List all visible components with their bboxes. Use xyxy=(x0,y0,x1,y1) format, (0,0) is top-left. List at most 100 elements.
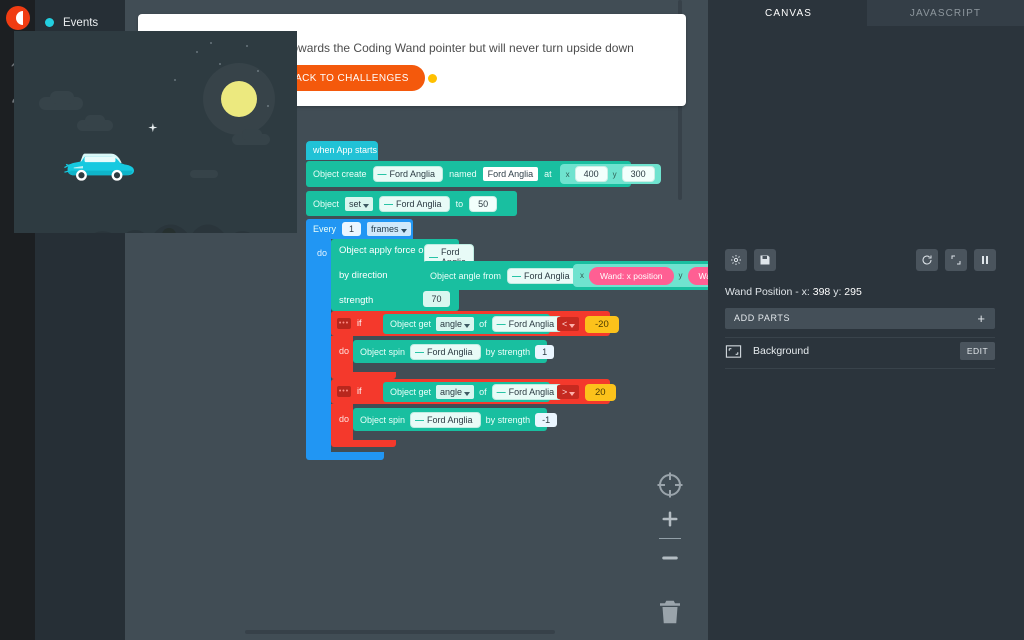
car-sprite xyxy=(61,149,139,183)
block-object-spin-1[interactable]: Object spin — Ford Anglia by strength 1 xyxy=(353,340,555,363)
pause-icon[interactable] xyxy=(974,249,996,271)
wand-y-position-token[interactable]: Wand: y position xyxy=(687,266,710,285)
spin1-by-label: by strength xyxy=(485,346,531,357)
spin1-label: Object spin xyxy=(360,346,406,357)
block-if-angle-greater-than[interactable]: ••• if Object get angle of — Ford Anglia… xyxy=(331,379,616,404)
set-to-label: to xyxy=(455,198,464,209)
get2-of-label: of xyxy=(479,387,487,397)
set-label: Object xyxy=(313,198,340,209)
add-parts-label: ADD PARTS xyxy=(734,313,791,323)
star xyxy=(267,105,269,107)
cloud xyxy=(50,91,74,104)
tab-javascript[interactable]: JAVASCRIPT xyxy=(867,0,1024,26)
block-object-create[interactable]: Object create — Ford Anglia named Ford A… xyxy=(306,161,661,187)
block-object-spin-2[interactable]: Object spin — Ford Anglia by strength -1 xyxy=(353,408,558,431)
app-root: Events Control Logic Math Variables Wand… xyxy=(0,0,1024,640)
canvas-stage[interactable] xyxy=(14,31,297,233)
trash-icon[interactable] xyxy=(655,597,685,627)
create-y-value[interactable]: 300 xyxy=(621,166,655,182)
create-object-token[interactable]: — Ford Anglia xyxy=(372,166,444,182)
zoom-out-icon[interactable] xyxy=(655,549,685,567)
create-named-label: named xyxy=(449,169,477,179)
star xyxy=(219,63,221,65)
hills-silhouette xyxy=(14,177,297,233)
set-property-dropdown[interactable]: set xyxy=(345,196,374,211)
every-do-label: do xyxy=(317,248,328,258)
block-object-set[interactable]: Object set — Ford Anglia to 50 xyxy=(306,191,517,216)
block-if2-foot xyxy=(331,440,396,447)
force-strength-value[interactable]: 70 xyxy=(423,291,450,307)
force-line1-label: Object apply force on xyxy=(339,245,429,256)
add-parts-plus-icon: + xyxy=(977,311,985,326)
every-count-value[interactable]: 1 xyxy=(342,222,362,236)
anglefrom-x-label: x xyxy=(580,271,584,280)
anglefrom-object-token[interactable]: — Ford Anglia xyxy=(507,267,578,284)
create-at-label: at xyxy=(544,169,552,179)
canvas-controls xyxy=(725,249,1009,271)
spin1-strength-value[interactable]: 1 xyxy=(535,344,555,359)
star xyxy=(196,51,198,53)
object-dash-icon: — xyxy=(512,270,522,281)
wand-x-position-token[interactable]: Wand: x position xyxy=(589,266,674,285)
app-logo-icon[interactable] xyxy=(6,6,30,30)
get1-property-dropdown[interactable]: angle xyxy=(436,317,475,331)
zoom-in-icon[interactable] xyxy=(655,510,685,528)
star xyxy=(174,79,176,81)
object-dash-icon: — xyxy=(496,319,506,329)
star xyxy=(257,70,259,72)
set-value[interactable]: 50 xyxy=(469,195,498,212)
get1-object-name: Ford Anglia xyxy=(508,319,555,329)
workspace-tools xyxy=(650,470,690,637)
restart-icon[interactable] xyxy=(916,249,938,271)
block-if-angle-less-than[interactable]: ••• if Object get angle of — Ford Anglia… xyxy=(331,311,619,336)
fullscreen-icon[interactable] xyxy=(945,249,967,271)
get1-object-token[interactable]: — Ford Anglia xyxy=(491,316,563,332)
if-options-icon[interactable]: ••• xyxy=(337,318,351,329)
if2-label: if xyxy=(357,386,362,396)
if1-label: if xyxy=(357,318,362,328)
if2-operator-dropdown[interactable]: > xyxy=(557,385,580,399)
category-color-dot xyxy=(45,18,54,27)
get2-object-token[interactable]: — Ford Anglia xyxy=(491,384,563,400)
force-line2-label: by direction xyxy=(339,270,388,281)
panel-tabs: CANVAS JAVASCRIPT xyxy=(710,0,1024,26)
set-object-token[interactable]: — Ford Anglia xyxy=(379,195,450,212)
workspace-horizontal-scrollbar[interactable] xyxy=(245,630,555,634)
block-every-frames[interactable]: Every 1 frames xyxy=(306,219,413,239)
cloud xyxy=(85,115,105,126)
if-options-icon[interactable]: ••• xyxy=(337,386,351,397)
create-x-value[interactable]: 400 xyxy=(574,166,608,182)
if1-operator-dropdown[interactable]: < xyxy=(557,317,580,331)
part-row-background[interactable]: Background EDIT xyxy=(725,342,995,362)
block-object-angle-from[interactable]: Object angle from — Ford Anglia to x Wan… xyxy=(423,261,710,290)
if2-do-label: do xyxy=(339,414,350,424)
settings-gear-icon[interactable] xyxy=(725,249,747,271)
block-when-app-starts[interactable]: when App starts xyxy=(306,141,378,160)
back-button-dot-icon xyxy=(427,74,437,83)
tab-canvas[interactable]: CANVAS xyxy=(710,0,867,26)
if1-compare-value[interactable]: -20 xyxy=(585,316,619,333)
spin2-label: Object spin xyxy=(360,414,406,425)
block-get-angle-2[interactable]: Object get angle of — Ford Anglia xyxy=(383,382,563,402)
every-unit-dropdown[interactable]: frames xyxy=(367,222,411,236)
if2-compare-value[interactable]: 20 xyxy=(585,384,616,401)
wand-position-y-value: 295 xyxy=(844,286,862,298)
add-parts-button[interactable]: ADD PARTS + xyxy=(725,308,995,329)
spin2-strength-value[interactable]: -1 xyxy=(535,412,558,427)
wand-position-y-label: y: xyxy=(833,286,842,298)
if1-do-label: do xyxy=(339,346,350,356)
get2-property-dropdown[interactable]: angle xyxy=(436,385,475,399)
block-get-angle-1[interactable]: Object get angle of — Ford Anglia xyxy=(383,314,563,334)
wand-position-x-label: x: xyxy=(801,286,810,298)
object-dash-icon: — xyxy=(415,414,425,425)
edit-background-button[interactable]: EDIT xyxy=(960,342,995,360)
force-line3-label: strength xyxy=(339,295,374,306)
wand-position-label: Wand Position - xyxy=(725,286,799,298)
save-disk-icon[interactable] xyxy=(754,249,776,271)
spin1-object-token[interactable]: — Ford Anglia xyxy=(410,343,481,360)
spin2-object-name: Ford Anglia xyxy=(427,414,473,425)
spin2-object-token[interactable]: — Ford Anglia xyxy=(410,411,481,428)
center-target-icon[interactable] xyxy=(655,470,685,500)
create-named-input[interactable]: Ford Anglia xyxy=(482,167,539,181)
get2-label: Object get xyxy=(390,387,432,397)
